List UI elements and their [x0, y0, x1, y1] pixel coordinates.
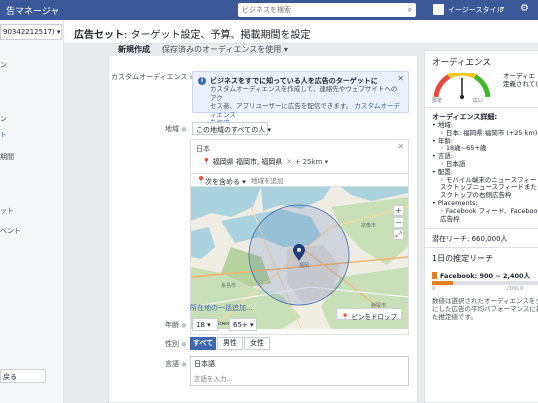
estimate-note-2: にした広告の平均パフォーマンスに基 — [432, 305, 538, 313]
sidebar: 90342212517) ▾ ン ン ト 期間 ット ベント 戻る — [0, 20, 64, 403]
reach-bar-fill — [432, 281, 454, 285]
business-search-input[interactable] — [238, 3, 416, 17]
potential-reach: 潜在リーチ: 660,000人 — [432, 235, 508, 243]
divider — [425, 247, 538, 248]
reach-bar-high: /300,0 — [507, 286, 523, 292]
info-icon[interactable]: ● — [181, 126, 186, 133]
divider — [425, 107, 538, 108]
audience-summary-panel: オーディエンス 限定 広い オーディエ 定義されてい オーディエンス詳細: • … — [424, 50, 538, 403]
language-box: 日本語 — [190, 356, 409, 386]
sidebar-item-adset[interactable]: ト — [0, 130, 7, 140]
location-scope-select[interactable]: この地域のすべての人 ▾ — [192, 122, 271, 135]
page-title-bold: 広告セット — [74, 30, 124, 41]
radius-select[interactable]: + 25km ▾ — [295, 158, 329, 166]
sidebar-item-schedule[interactable]: 期間 — [0, 152, 14, 162]
daily-reach-title: 1日の推定リーチ — [432, 254, 494, 263]
facebook-reach-text: Facebook: 900 ~ 2,400人 — [440, 272, 531, 280]
top-bar: 告マネージャ ⌕ イージースタイル ▾ ⚙ — [0, 0, 538, 20]
drop-pin-label: ピンをドロップ — [351, 313, 398, 321]
info-icon: i — [198, 77, 206, 85]
audience-tabs: 新規作成 保存済みのオーディエンスを使用 ▾ — [108, 44, 418, 58]
tab-saved-audience[interactable]: 保存済みのオーディエンスを使用 ▾ — [162, 44, 288, 55]
gauge-description-2: 定義されてい — [503, 80, 538, 88]
audience-detail-row: 広告枠 — [440, 214, 460, 223]
notice-body-line-2: セス者、アプリユーザーに広告を配信できます。 — [210, 102, 353, 110]
svg-text:宗像市: 宗像市 — [361, 222, 376, 229]
remove-location-icon[interactable]: ✕ — [286, 158, 292, 166]
close-icon[interactable]: ✕ — [397, 74, 404, 83]
include-select[interactable]: 次を含める ▾ — [205, 177, 246, 187]
age-min-select[interactable]: 18 ▾ — [192, 318, 218, 331]
gauge-narrow-label: 限定 — [432, 98, 443, 104]
language-label: 言語 ● — [165, 359, 186, 369]
sidebar-item-campaign-2[interactable]: ン — [0, 114, 7, 124]
estimate-note: 数値は選択されたオーディエンスをター にした広告の平均パフォーマンスに基 た推定… — [432, 297, 538, 321]
language-label-text: 言語 — [165, 360, 179, 368]
svg-text:糸島市: 糸島市 — [221, 282, 236, 289]
info-icon[interactable]: ● — [181, 341, 186, 348]
info-icon[interactable]: ● — [181, 361, 186, 368]
location-search-row: 📍 次を含める ▾ — [191, 173, 408, 187]
audience-panel-title: オーディエンス — [432, 58, 491, 68]
sidebar-item-campaign[interactable]: ン — [0, 60, 7, 70]
sidebar-item-event[interactable]: ベント — [0, 226, 21, 236]
age-max-select[interactable]: 65+ ▾ — [229, 318, 257, 331]
custom-audience-label: カスタムオーディエンス ● — [111, 72, 195, 82]
facebook-reach: Facebook: 900 ~ 2,400人 — [432, 270, 530, 280]
age-label: 年齢 ● — [165, 320, 186, 330]
gender-male-button[interactable]: 男性 — [217, 337, 243, 350]
gender-female-button[interactable]: 女性 — [244, 337, 270, 350]
search-icon[interactable]: ⌕ — [404, 3, 416, 17]
custom-audience-notice: i ビジネスをすでに知っている人を広告のターゲットに カスタムオーディエンスを作… — [192, 71, 409, 127]
back-button[interactable]: 戻る — [0, 369, 46, 383]
account-icon[interactable] — [433, 4, 444, 15]
notice-body-line-1: カスタムオーディエンスを作成して、連絡先やウェブサイトへのアク — [210, 85, 398, 102]
reach-bar — [432, 281, 538, 285]
drop-pin-button[interactable]: 📍 ピンをドロップ — [336, 308, 402, 321]
age-separator: - — [222, 320, 225, 328]
location-search-input[interactable] — [251, 175, 351, 186]
custom-audience-label-text: カスタムオーディエンス — [111, 73, 188, 81]
page-title: 広告セット: ターゲット設定、予算、掲載期間を設定 — [74, 26, 311, 41]
selected-location-name: 福岡県 福岡市, 福岡県 — [212, 158, 283, 166]
zoom-out-button[interactable]: − — [393, 217, 404, 228]
audience-size-gauge — [433, 73, 491, 99]
selected-location: 📍 福岡県 福岡市, 福岡県 ✕ + 25km ▾ — [202, 157, 328, 167]
info-icon[interactable]: ● — [181, 322, 186, 329]
divider — [425, 228, 538, 229]
close-icon[interactable]: ✕ — [397, 142, 404, 151]
gauge-description: オーディエ 定義されてい — [503, 72, 538, 88]
location-label: 地域 ● — [165, 124, 186, 134]
bulk-add-locations-link[interactable]: 所在地の一括追加... — [190, 303, 253, 313]
account-name[interactable]: イージースタイル — [448, 5, 504, 15]
estimate-note-1: 数値は選択されたオーディエンスをター — [432, 297, 538, 305]
page-title-rest: : ターゲット設定、予算、掲載期間を設定 — [124, 30, 311, 41]
app-title[interactable]: 告マネージャ — [6, 4, 59, 17]
gender-label: 性別 ● — [165, 339, 186, 349]
language-chip[interactable]: 日本語 — [194, 359, 215, 369]
facebook-reach-icon — [432, 272, 437, 279]
gender-label-text: 性別 — [165, 340, 179, 348]
age-label-text: 年齢 — [165, 321, 179, 329]
gauge-wide-label: 広い — [473, 98, 484, 104]
language-input[interactable] — [194, 373, 344, 384]
chevron-down-icon[interactable]: ▾ — [501, 5, 504, 12]
sidebar-item-widget[interactable]: ット — [0, 206, 14, 216]
reach-bar-low: 0 — [432, 286, 436, 292]
audience-details-list: • 地域:◦ 日本: 福岡県 福岡市 (+25 km) 福岡• 年齢:◦ 18歳… — [432, 121, 538, 223]
gender-all-button[interactable]: すべて — [190, 337, 216, 350]
gear-icon[interactable]: ⚙ — [520, 3, 529, 14]
ad-account-select[interactable]: 90342212517) ▾ — [0, 24, 62, 40]
map-pin-icon: 📍 — [202, 158, 211, 166]
page-header: 広告セット: ターゲット設定、予算、掲載期間を設定 — [64, 20, 538, 44]
fullscreen-icon[interactable]: ⤢ — [393, 229, 404, 240]
audience-form: カスタムオーディエンス ● i ビジネスをすでに知っている人を広告のターゲットに… — [108, 56, 418, 403]
gauge-description-1: オーディエ — [503, 72, 536, 80]
location-label-text: 地域 — [165, 125, 179, 133]
estimate-note-3: た推定値です。 — [432, 313, 477, 321]
zoom-in-button[interactable]: + — [393, 205, 404, 216]
ad-account-id: 90342212517) — [3, 28, 55, 36]
country-label: 日本 — [196, 145, 210, 153]
